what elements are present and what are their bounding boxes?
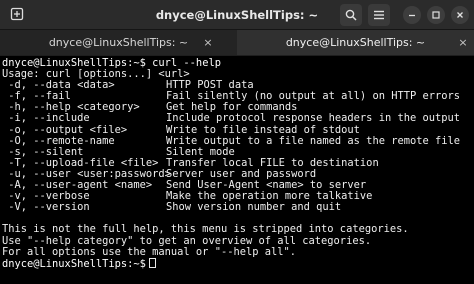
hamburger-menu-icon [374,10,384,20]
tab-bar: dnyce@LinuxShellTips: ~ × dnyce@LinuxShe… [0,30,474,55]
tab-label: dnyce@LinuxShellTips: ~ [285,36,426,49]
text-cursor [148,257,156,268]
tab-terminal-2[interactable]: dnyce@LinuxShellTips: ~ × [237,30,474,55]
search-button[interactable] [340,4,362,26]
minimize-button[interactable] [403,6,421,24]
tab-label: dnyce@LinuxShellTips: ~ [48,36,189,49]
title-bar: dnyce@LinuxShellTips: ~ [0,0,474,30]
close-window-button[interactable] [451,6,469,24]
search-icon [345,9,357,21]
final-prompt-line: dnyce@LinuxShellTips:~$ [2,257,474,270]
footer-line: For all options use the manual or "--hel… [2,245,297,258]
minimize-icon [409,14,415,17]
maximize-button[interactable] [427,6,445,24]
footer-line: Use "--help category" to get an overview… [2,234,372,247]
terminal-output[interactable]: dnyce@LinuxShellTips:~$ curl --help Usag… [0,56,474,284]
option-flag: -o, --output <file> [2,123,128,136]
footer-line: This is not the full help, this menu is … [2,223,409,236]
close-icon [457,12,463,18]
option-flag: -V, --version [2,201,90,214]
shell-prompt: dnyce@LinuxShellTips:~$ [2,257,146,270]
maximize-icon [432,11,440,19]
option-line: -V, --version Show version number and qui… [2,202,474,213]
tab-close-icon[interactable]: × [200,30,216,55]
hamburger-menu-button[interactable] [368,4,390,26]
tab-close-icon[interactable]: × [455,30,471,55]
option-description: Show version number and quit [166,201,342,214]
tab-terminal-1[interactable]: dnyce@LinuxShellTips: ~ × [0,30,237,55]
option-flag: -i, --include [2,112,90,125]
